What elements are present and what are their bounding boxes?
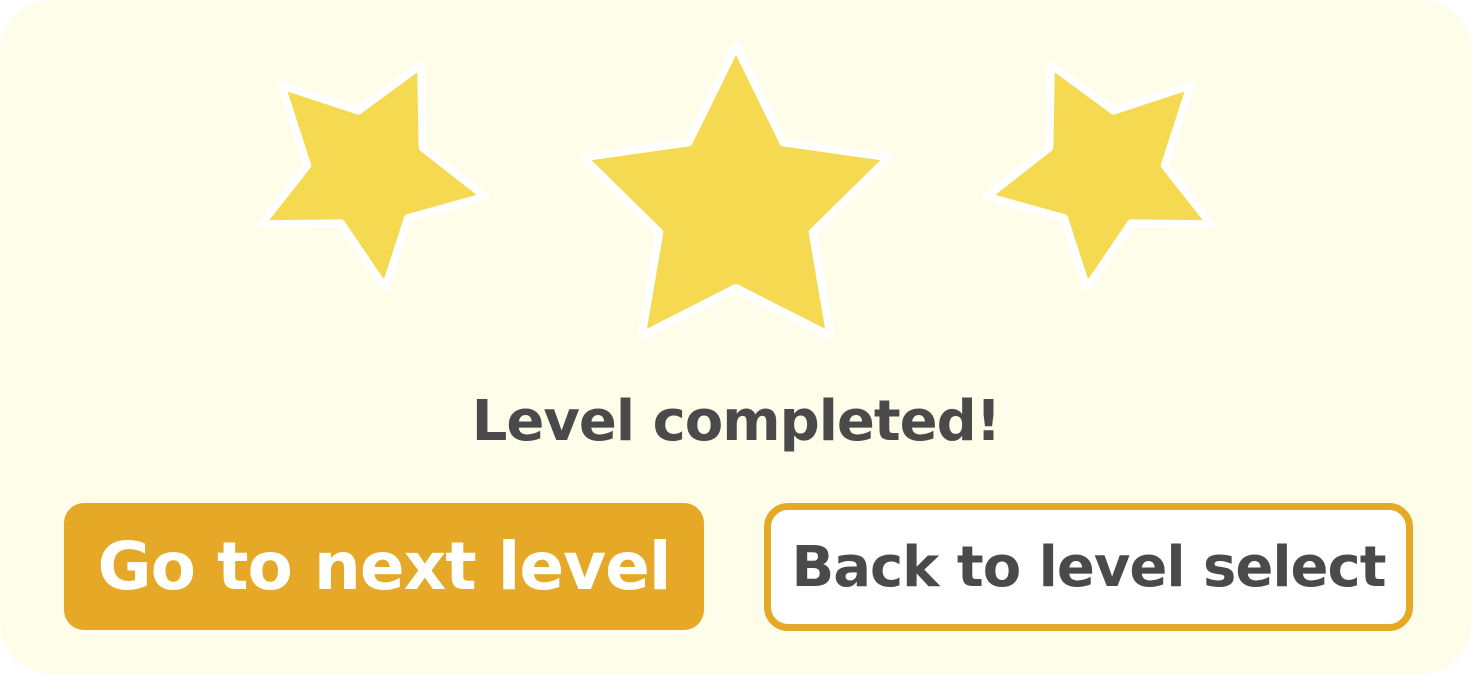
star-icon-right xyxy=(982,60,1215,293)
level-complete-panel: Level completed! Go to next level Back t… xyxy=(0,0,1472,674)
next-level-label: Go to next level xyxy=(97,528,671,605)
next-level-button[interactable]: Go to next level xyxy=(64,503,704,630)
star-icon-left xyxy=(257,60,490,293)
star-rating xyxy=(0,0,1472,360)
level-completed-title: Level completed! xyxy=(471,389,1002,454)
level-select-label: Back to level select xyxy=(791,534,1387,600)
level-select-button[interactable]: Back to level select xyxy=(764,503,1413,631)
star-icon-center xyxy=(579,42,893,340)
